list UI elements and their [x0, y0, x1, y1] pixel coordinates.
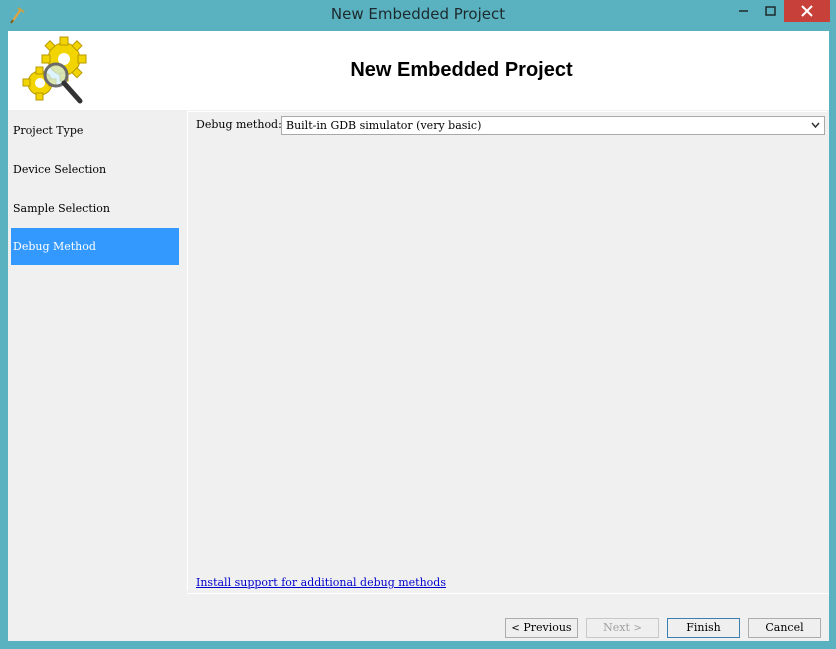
title-bar[interactable]: New Embedded Project	[0, 0, 836, 30]
previous-label: Previous	[523, 621, 572, 634]
close-icon	[801, 5, 813, 17]
gears-magnifier-icon	[22, 36, 87, 104]
previous-button[interactable]: < Previous	[505, 618, 578, 638]
wizard-header: New Embedded Project	[8, 31, 829, 110]
debug-method-select[interactable]: Built-in GDB simulator (very basic)	[281, 116, 825, 135]
debug-method-value: Built-in GDB simulator (very basic)	[286, 119, 482, 132]
minimize-icon	[739, 10, 748, 12]
chevron-down-icon	[811, 122, 820, 129]
sidebar-item-project-type[interactable]: Project Type	[11, 112, 179, 149]
wizard-window: New Embedded Project New Embedded Projec…	[0, 0, 836, 649]
wizard-client: New Embedded Project Project Type Device…	[8, 31, 829, 641]
maximize-button[interactable]	[760, 0, 782, 22]
sidebar-item-device-selection[interactable]: Device Selection	[11, 151, 179, 188]
close-button[interactable]	[784, 0, 830, 22]
chevron-right-icon: >	[633, 623, 642, 634]
wizard-steps-sidebar: Project Type Device Selection Sample Sel…	[8, 110, 183, 641]
maximize-icon	[765, 6, 776, 16]
minimize-button[interactable]	[733, 0, 755, 22]
debug-method-panel: Debug method: Built-in GDB simulator (ve…	[187, 111, 827, 591]
window-title: New Embedded Project	[330, 5, 506, 23]
finish-button[interactable]: Finish	[667, 618, 740, 638]
sidebar-item-sample-selection[interactable]: Sample Selection	[11, 190, 179, 227]
cancel-button[interactable]: Cancel	[748, 618, 821, 638]
sidebar-item-debug-method[interactable]: Debug Method	[11, 228, 179, 265]
chevron-left-icon: <	[511, 623, 520, 634]
next-label: Next	[603, 621, 630, 634]
install-debug-methods-link[interactable]: Install support for additional debug met…	[196, 576, 446, 589]
divider	[187, 593, 829, 594]
page-title: New Embedded Project	[350, 59, 573, 81]
next-button[interactable]: Next >	[586, 618, 659, 638]
debug-method-label: Debug method:	[196, 118, 282, 131]
